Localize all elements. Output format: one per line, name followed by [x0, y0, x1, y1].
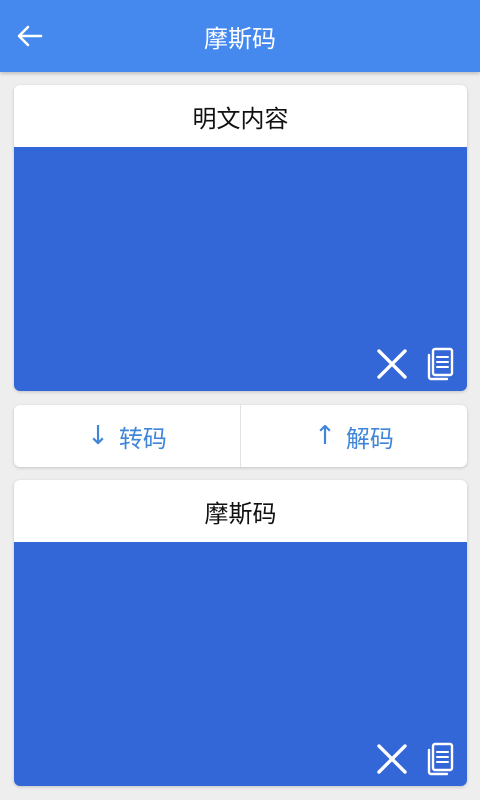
morse-code-clear-button[interactable] — [375, 742, 409, 776]
convert-action-bar: ↓ 转码 ↑ 解码 — [14, 405, 467, 467]
encode-button-label: 转码 — [118, 424, 167, 453]
arrow-up-icon: ↑ — [314, 421, 336, 451]
close-icon — [377, 744, 407, 774]
morse-code-card-title: 摩斯码 — [204, 499, 277, 528]
decode-button[interactable]: ↑ 解码 — [241, 405, 467, 467]
plain-text-copy-button[interactable] — [423, 347, 457, 381]
morse-code-copy-button[interactable] — [423, 742, 457, 776]
plain-text-card-title: 明文内容 — [192, 104, 289, 133]
plain-text-card: 明文内容 — [14, 85, 467, 391]
morse-code-card: 摩斯码 — [14, 480, 467, 786]
decode-button-label: 解码 — [345, 424, 394, 453]
plain-text-clear-button[interactable] — [375, 347, 409, 381]
plain-text-tools — [375, 347, 457, 381]
close-icon — [377, 349, 407, 379]
arrow-down-icon: ↓ — [87, 421, 109, 451]
copy-document-icon — [427, 742, 454, 776]
morse-code-tools — [375, 742, 457, 776]
page-title: 摩斯码 — [204, 24, 276, 53]
app-bar: 摩斯码 — [0, 0, 480, 72]
encode-button[interactable]: ↓ 转码 — [14, 405, 240, 467]
copy-document-icon — [427, 347, 454, 381]
